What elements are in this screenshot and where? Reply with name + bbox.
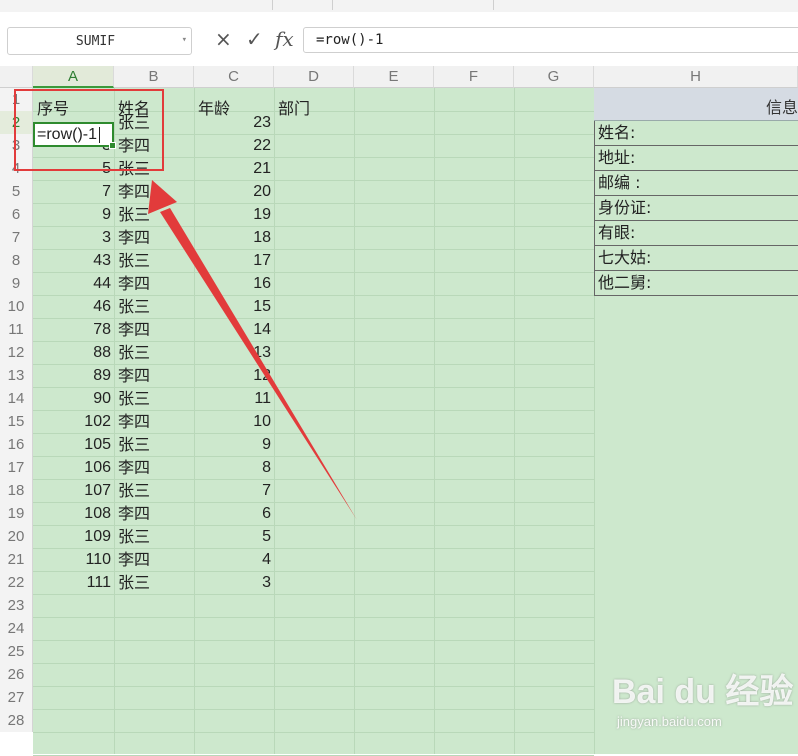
annotation-arrow-layer [148, 180, 357, 520]
watermark-url: jingyan.baidu.com [617, 714, 722, 729]
annotation-arrow-shaft [160, 208, 357, 520]
annotation-arrow-head [148, 180, 177, 214]
baidu-watermark: Bai du 经验 jingyan.baidu.com [612, 664, 794, 729]
watermark-brand: Bai du 经验 [612, 673, 794, 711]
